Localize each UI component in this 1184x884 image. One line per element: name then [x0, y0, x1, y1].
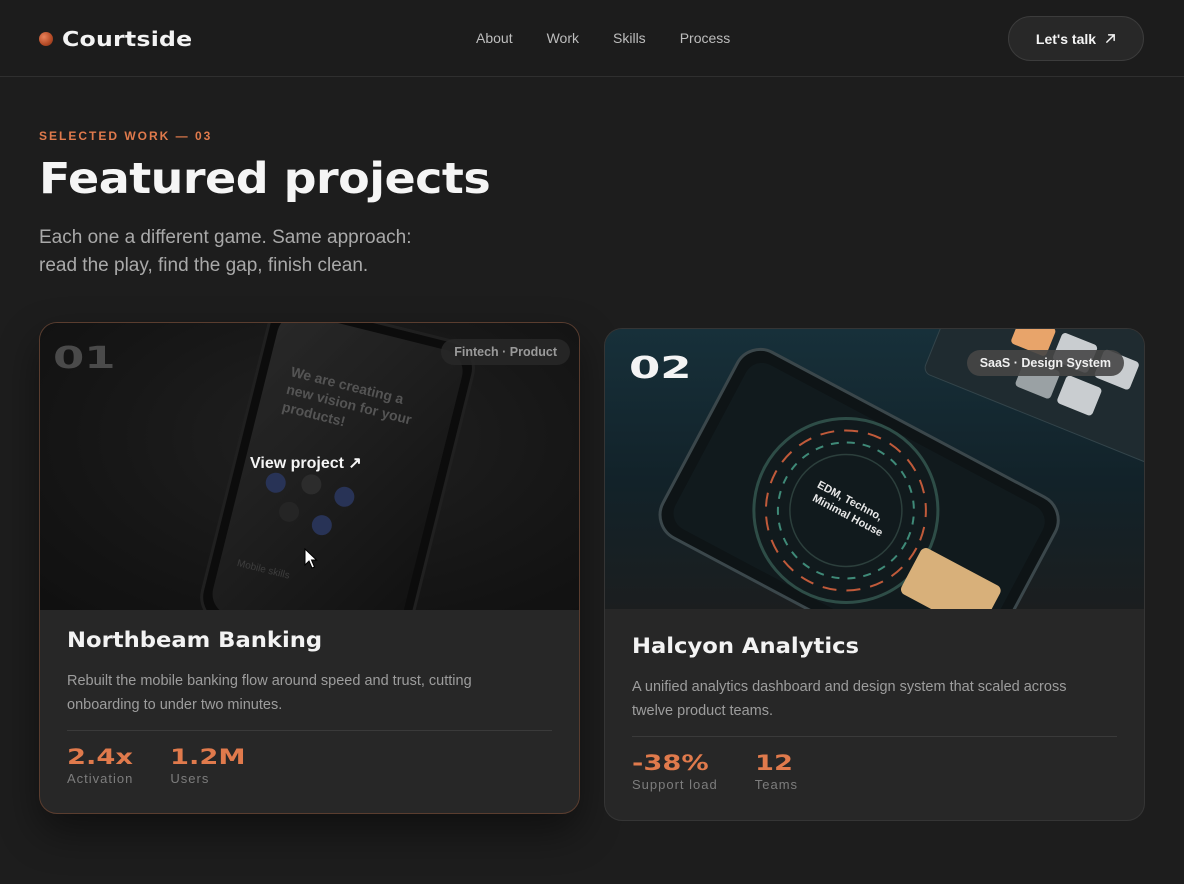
brand-logo[interactable]: Courtside [39, 27, 192, 51]
stat-value: 1.2M [170, 745, 246, 769]
section-eyebrow: SELECTED WORK — 03 [39, 129, 213, 143]
project-number: 01 [53, 341, 116, 376]
project-tag: SaaS · Design System [966, 350, 1124, 376]
stat-value: 12 [754, 751, 793, 775]
main-nav: About Work Skills Process [476, 30, 764, 46]
stat-users: 1.2M Users [170, 745, 246, 786]
stat-value: -38% [632, 751, 709, 775]
stat-label: Users [170, 771, 210, 786]
brand-name: Courtside [62, 27, 193, 51]
project-card-body: Northbeam Banking Rebuilt the mobile ban… [67, 628, 552, 786]
stat-support-load: -38% Support load [632, 751, 718, 792]
nav-link-work[interactable]: Work [547, 30, 579, 46]
project-card-body: Halcyon Analytics A unified analytics da… [632, 634, 1117, 792]
project-title: Halcyon Analytics [632, 634, 860, 658]
mouse-cursor-icon [304, 548, 318, 569]
stat-label: Support load [632, 777, 718, 792]
project-number: 02 [629, 351, 692, 386]
view-project-link[interactable]: View project ↗ [250, 453, 362, 473]
stat-teams: 12 Teams [755, 751, 798, 792]
arrow-up-right-icon [1106, 34, 1115, 43]
top-navigation-bar: Courtside About Work Skills Process Let'… [0, 0, 1184, 77]
project-title: Northbeam Banking [67, 628, 323, 652]
stat-label: Activation [67, 771, 134, 786]
project-stats: -38% Support load 12 Teams [632, 751, 1117, 792]
lets-talk-label: Let's talk [1035, 30, 1097, 47]
divider [632, 736, 1117, 737]
section-description-line-1: Each one a different game. Same approach… [39, 227, 412, 248]
stat-activation: 2.4x Activation [67, 745, 133, 786]
project-card-halcyon[interactable]: EDM, Techno, Minimal House 02 SaaS · Des… [604, 328, 1145, 821]
stat-label: Teams [754, 777, 799, 792]
project-image: EDM, Techno, Minimal House 02 SaaS · Des… [605, 329, 1144, 609]
section-description-line-2: read the play, find the gap, finish clea… [39, 255, 369, 276]
stat-value: 2.4x [67, 745, 133, 769]
section-description: Each one a different game. Same approach… [39, 224, 459, 280]
project-tag: Fintech · Product [441, 339, 570, 365]
nav-link-about[interactable]: About [476, 30, 513, 46]
project-description: A unified analytics dashboard and design… [632, 679, 1067, 719]
project-stats: 2.4x Activation 1.2M Users [67, 745, 552, 786]
divider [67, 730, 552, 731]
nav-link-process[interactable]: Process [680, 30, 731, 46]
section-title: Featured projects [39, 154, 491, 204]
lets-talk-button[interactable]: Let's talk [1008, 16, 1144, 61]
nav-link-skills[interactable]: Skills [613, 30, 646, 46]
logo-dot-icon [39, 32, 53, 46]
project-description: Rebuilt the mobile banking flow around s… [67, 673, 472, 713]
